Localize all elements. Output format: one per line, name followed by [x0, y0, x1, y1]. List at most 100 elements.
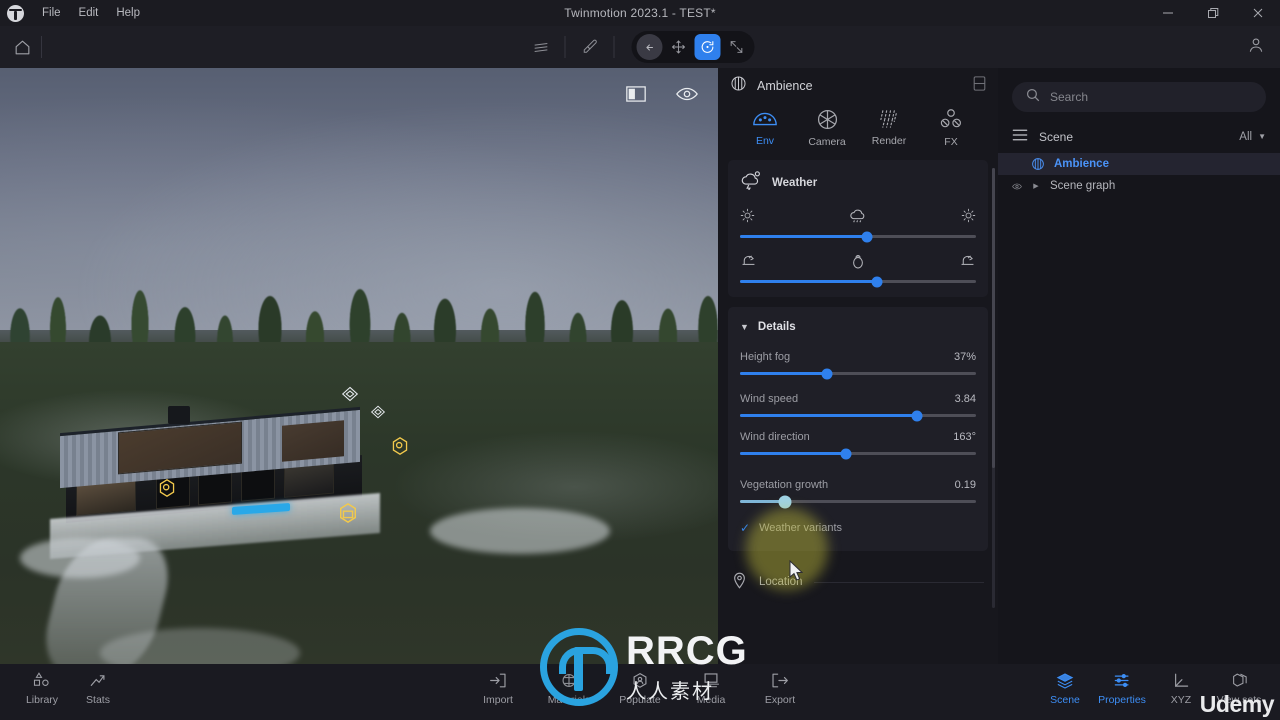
details-header[interactable]: ▼ Details	[728, 317, 988, 345]
bottom-item-materials-label: Materials	[547, 694, 591, 706]
bottom-item-import[interactable]: Import	[467, 672, 529, 706]
tab-camera-label: Camera	[808, 136, 846, 148]
light-marker-icon[interactable]	[158, 478, 176, 497]
rain-cloud-icon	[849, 207, 867, 229]
scene-marker-icon[interactable]	[370, 405, 388, 421]
dock-panel-icon[interactable]	[973, 76, 986, 96]
weather-card: Weather	[728, 160, 988, 297]
vegetation-growth-slider[interactable]	[740, 495, 976, 508]
menu-help[interactable]: Help	[107, 4, 149, 22]
height-fog-value: 37%	[953, 351, 976, 363]
chevron-right-icon[interactable]: ▶	[1031, 182, 1041, 190]
viewport-overlay-buttons	[626, 86, 698, 107]
minimize-button[interactable]	[1145, 0, 1190, 26]
bottom-item-library[interactable]: Library	[11, 672, 73, 706]
light-marker-icon[interactable]	[391, 436, 409, 455]
close-button[interactable]	[1235, 0, 1280, 26]
season-slider[interactable]	[740, 276, 976, 287]
restore-button[interactable]	[1190, 0, 1235, 26]
sun-icon	[961, 208, 976, 228]
checkmark-icon: ✓	[740, 521, 751, 535]
search-icon	[1026, 88, 1040, 107]
main-toolbar	[0, 26, 1280, 68]
user-account-icon[interactable]	[1246, 35, 1266, 60]
snow-patch	[430, 508, 610, 554]
scene-marker-icon[interactable]	[341, 386, 359, 402]
sidebar-item-scene-graph[interactable]: ▶ Scene graph	[998, 175, 1280, 197]
sidebar-item-ambience-label: Ambience	[1054, 158, 1109, 170]
bottom-item-materials[interactable]: Materials	[538, 672, 600, 706]
tab-env[interactable]: Env	[737, 108, 793, 148]
layers-icon[interactable]	[526, 32, 556, 62]
eyedropper-icon[interactable]	[575, 32, 605, 62]
scene-label: Scene	[1039, 129, 1074, 144]
search-input[interactable]	[1050, 90, 1252, 104]
ambience-globe-icon	[1031, 157, 1045, 171]
bottom-item-export-label: Export	[764, 694, 796, 706]
property-wind-direction: Wind direction 163°	[728, 419, 988, 459]
wind-direction-slider[interactable]	[740, 448, 976, 459]
bottom-item-import-label: Import	[483, 694, 513, 706]
bottom-item-xyz[interactable]: XYZ	[1150, 672, 1212, 706]
weather-header: Weather	[728, 170, 988, 207]
tab-render-label: Render	[871, 135, 907, 147]
wind-direction-value: 163°	[953, 431, 976, 443]
rotate-tool-icon[interactable]	[694, 34, 721, 60]
object-marker-icon[interactable]	[338, 502, 356, 523]
weather-title: Weather	[772, 176, 818, 189]
sidebar-item-ambience[interactable]: Ambience	[998, 153, 1280, 175]
season-slider-icons	[740, 254, 976, 272]
scene-sidebar: Scene All ▼ Ambience ▶ Scene graph	[998, 68, 1280, 664]
house-model[interactable]	[50, 406, 380, 559]
bottom-item-properties[interactable]: Properties	[1091, 672, 1153, 706]
home-icon[interactable]	[13, 38, 32, 57]
bottom-item-media-label: Media	[696, 694, 726, 706]
tab-camera[interactable]: Camera	[799, 108, 855, 148]
wind-speed-slider[interactable]	[740, 410, 976, 421]
height-fog-slider[interactable]	[740, 368, 976, 379]
location-row[interactable]: Location	[718, 567, 998, 597]
chevron-down-icon[interactable]: ▼	[740, 322, 749, 332]
bottom-item-view-sets[interactable]: View sets	[1208, 672, 1270, 706]
bottom-item-view-sets-label: View sets	[1216, 694, 1262, 706]
tab-fx-label: FX	[944, 136, 958, 148]
3d-viewport[interactable]	[0, 68, 718, 664]
window-controls	[1145, 0, 1280, 26]
wind-speed-value: 3.84	[954, 393, 976, 405]
scene-filter[interactable]: All ▼	[1239, 131, 1266, 143]
panel-toggle-icon[interactable]	[626, 86, 646, 107]
height-fog-label: Height fog	[740, 351, 791, 363]
gizmo-tool-group	[631, 31, 755, 63]
vegetation-growth-value: 0.19	[954, 479, 976, 491]
eye-icon[interactable]	[1012, 182, 1022, 191]
tab-fx[interactable]: FX	[923, 108, 979, 148]
bottom-item-stats[interactable]: Stats	[67, 672, 129, 706]
search-box[interactable]	[1012, 82, 1266, 112]
menu-file[interactable]: File	[33, 4, 70, 22]
weather-variants-checkbox[interactable]: ✓ Weather variants	[728, 505, 988, 537]
location-label: Location	[759, 576, 803, 588]
wind-direction-label: Wind direction	[740, 431, 810, 443]
bottom-item-scene[interactable]: Scene	[1034, 672, 1096, 706]
scale-tool-icon[interactable]	[724, 34, 750, 60]
cloudiness-slider[interactable]	[740, 231, 976, 242]
bottom-item-media[interactable]: Media	[680, 672, 742, 706]
cloudiness-slider-icons	[740, 207, 976, 229]
ambience-scrollbar[interactable]	[992, 168, 995, 608]
season-slider-row	[728, 252, 988, 297]
menu-edit[interactable]: Edit	[70, 4, 108, 22]
back-arrow-icon[interactable]	[636, 34, 663, 60]
tab-env-label: Env	[755, 135, 775, 147]
bottom-item-populate[interactable]: Populate	[609, 672, 671, 706]
search-wrapper	[998, 68, 1280, 122]
bottom-item-export[interactable]: Export	[749, 672, 811, 706]
window-title: Twinmotion 2023.1 - TEST*	[564, 6, 716, 20]
title-bar: File Edit Help Twinmotion 2023.1 - TEST*	[0, 0, 1280, 26]
tree-autumn-icon	[851, 252, 865, 275]
eye-visibility-icon[interactable]	[676, 86, 698, 107]
ambience-panel: Ambience Env Camera Render FX Weather ▼ …	[718, 68, 998, 664]
scene-list-icon[interactable]	[1012, 128, 1028, 145]
tab-render[interactable]: Render	[861, 108, 917, 148]
scene-filter-value: All	[1239, 130, 1253, 143]
move-tool-icon[interactable]	[666, 34, 692, 60]
